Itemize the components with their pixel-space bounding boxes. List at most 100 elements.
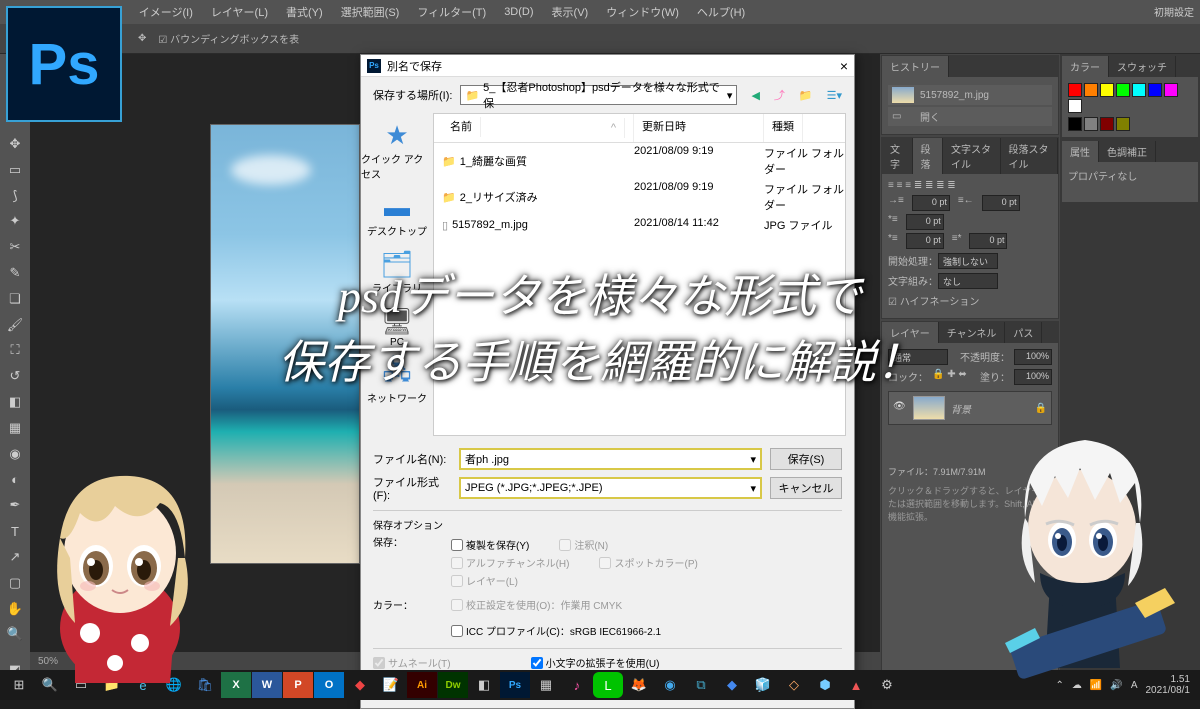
swatch[interactable] <box>1084 83 1098 97</box>
history-step[interactable]: ▭開く <box>888 107 1052 126</box>
blend-mode-select[interactable]: 通常 <box>888 349 948 365</box>
menu-help[interactable]: ヘルプ(H) <box>697 4 745 20</box>
tab-history[interactable]: ヒストリー <box>882 56 949 77</box>
illustrator-icon[interactable]: Ai <box>407 672 437 698</box>
app-icon[interactable]: ◆ <box>717 672 747 698</box>
swatch[interactable] <box>1100 117 1114 131</box>
up-icon[interactable]: ⤴ <box>774 87 785 103</box>
swatch[interactable] <box>1068 117 1082 131</box>
crop-tool-icon[interactable]: ✂ <box>4 237 26 257</box>
back-icon[interactable]: ◀ <box>751 89 759 102</box>
swatch[interactable] <box>1132 83 1146 97</box>
filename-combo[interactable]: 者ph .jpg▾ <box>459 448 762 470</box>
newfolder-icon[interactable]: 📁 <box>799 89 813 102</box>
chk-annot[interactable]: 注釈(N) <box>559 537 608 552</box>
menu-3d[interactable]: 3D(D) <box>504 6 533 18</box>
itunes-icon[interactable]: ♪ <box>562 672 592 698</box>
col-name[interactable]: 名前 ^ <box>434 114 634 142</box>
tab-color[interactable]: カラー <box>1062 56 1109 77</box>
note-icon[interactable]: 📝 <box>376 672 406 698</box>
kinsoku-select[interactable]: 強制しない <box>938 253 998 269</box>
menu-layer[interactable]: レイヤー(L) <box>211 4 268 20</box>
app-icon[interactable]: 🧊 <box>748 672 778 698</box>
chk-icc[interactable]: ICC プロファイル(C)：sRGB IEC61966-2.1 <box>451 623 661 638</box>
location-combo[interactable]: 📁 5_【忍者Photoshop】psdデータを様々な形式で保 ▾ <box>460 85 737 105</box>
layer-background[interactable]: 👁 背景 🔒 <box>888 391 1052 425</box>
place-desktop[interactable]: ▬デスクトップ <box>367 193 427 238</box>
col-type[interactable]: 種類 <box>764 114 803 142</box>
swatch-grid[interactable] <box>1068 83 1192 113</box>
move-tool-icon[interactable]: ✥ <box>4 134 26 154</box>
mojikumi-select[interactable]: なし <box>938 273 998 289</box>
cancel-button[interactable]: キャンセル <box>770 477 842 499</box>
opt-boundingbox[interactable]: ☑ バウンディングボックスを表 <box>158 31 299 46</box>
history-brush-icon[interactable]: ↺ <box>4 366 26 386</box>
view-icon[interactable]: ☰▾ <box>827 89 842 102</box>
chk-copy[interactable]: 複製を保存(Y) <box>451 537 529 552</box>
tab-charstyle[interactable]: 文字スタイル <box>943 138 1001 174</box>
tab-paths[interactable]: パス <box>1005 322 1042 343</box>
swatch[interactable] <box>1148 83 1162 97</box>
app-icon[interactable]: ◆ <box>345 672 375 698</box>
powerpoint-icon[interactable]: P <box>283 672 313 698</box>
document-image[interactable] <box>210 124 360 564</box>
wand-tool-icon[interactable]: ✦ <box>4 211 26 231</box>
swatch[interactable] <box>1116 117 1130 131</box>
tab-para[interactable]: 段落 <box>913 138 944 174</box>
tab-layers[interactable]: レイヤー <box>882 322 939 343</box>
photoshop-icon[interactable]: Ps <box>500 672 530 698</box>
stamp-tool-icon[interactable]: ⛶ <box>4 341 26 361</box>
app-icon[interactable]: ◧ <box>469 672 499 698</box>
brush-tool-icon[interactable]: 🖌 <box>4 315 26 335</box>
menu-filter[interactable]: フィルター(T) <box>417 4 486 20</box>
swatch[interactable] <box>1116 83 1130 97</box>
col-date[interactable]: 更新日時 <box>634 114 764 142</box>
swatch[interactable] <box>1100 83 1114 97</box>
file-row[interactable]: 📁1_綺麗な画質2021/08/09 9:19ファイル フォルダー <box>434 143 845 179</box>
menu-select[interactable]: 選択範囲(S) <box>341 4 400 20</box>
place-pc[interactable]: 🖥PC <box>381 307 413 348</box>
save-button[interactable]: 保存(S) <box>770 448 842 470</box>
outlook-icon[interactable]: O <box>314 672 344 698</box>
eyedropper-tool-icon[interactable]: ✎ <box>4 263 26 283</box>
app-icon[interactable]: ⬢ <box>810 672 840 698</box>
dreamweaver-icon[interactable]: Dw <box>438 672 468 698</box>
line-icon[interactable]: L <box>593 672 623 698</box>
place-quickaccess[interactable]: ★クイック アクセス <box>361 121 433 181</box>
tab-adjustments[interactable]: 色調補正 <box>1099 141 1156 162</box>
menu-window[interactable]: ウィンドウ(W) <box>606 4 679 20</box>
menu-type[interactable]: 書式(Y) <box>286 4 323 20</box>
eye-icon[interactable]: 👁 <box>893 401 907 415</box>
file-list[interactable]: 名前 ^ 更新日時 種類 📁1_綺麗な画質2021/08/09 9:19ファイル… <box>433 113 846 436</box>
history-root[interactable]: 5157892_m.jpg <box>888 85 1052 105</box>
swatch[interactable] <box>1068 83 1082 97</box>
format-combo[interactable]: JPEG (*.JPG;*.JPEG;*.JPE)▾ <box>459 477 762 499</box>
healing-tool-icon[interactable]: ❏ <box>4 289 26 309</box>
file-row[interactable]: 📁2_リサイズ済み2021/08/09 9:19ファイル フォルダー <box>434 179 845 215</box>
app-icon[interactable]: 🦊 <box>624 672 654 698</box>
close-icon[interactable]: × <box>840 58 848 74</box>
place-network[interactable]: 🖧ネットワーク <box>367 360 427 405</box>
tab-parastyle[interactable]: 段落スタイル <box>1001 138 1059 174</box>
lasso-tool-icon[interactable]: ⟆ <box>4 186 26 206</box>
app-icon[interactable]: ◉ <box>655 672 685 698</box>
app-icon[interactable]: ◇ <box>779 672 809 698</box>
tab-properties[interactable]: 属性 <box>1062 141 1099 162</box>
place-library[interactable]: 🗂ライブラリ <box>372 250 422 295</box>
menu-image[interactable]: イメージ(I) <box>139 4 193 20</box>
swatch[interactable] <box>1164 83 1178 97</box>
app-icon[interactable]: ▲ <box>841 672 871 698</box>
word-icon[interactable]: W <box>252 672 282 698</box>
swatch-grid-2[interactable] <box>1068 117 1192 131</box>
workspace-label[interactable]: 初期設定 <box>1154 4 1194 19</box>
vscode-icon[interactable]: ⧉ <box>686 672 716 698</box>
menu-view[interactable]: 表示(V) <box>552 4 589 20</box>
tab-char[interactable]: 文字 <box>882 138 913 174</box>
gradient-tool-icon[interactable]: ▦ <box>4 418 26 438</box>
swatch[interactable] <box>1084 117 1098 131</box>
marquee-tool-icon[interactable]: ▭ <box>4 160 26 180</box>
tab-swatch[interactable]: スウォッチ <box>1109 56 1176 77</box>
file-row[interactable]: ▯5157892_m.jpg2021/08/14 11:42JPG ファイル <box>434 215 845 235</box>
dialog-titlebar[interactable]: Ps 別名で保存 × <box>361 55 854 77</box>
app-icon[interactable]: ▦ <box>531 672 561 698</box>
